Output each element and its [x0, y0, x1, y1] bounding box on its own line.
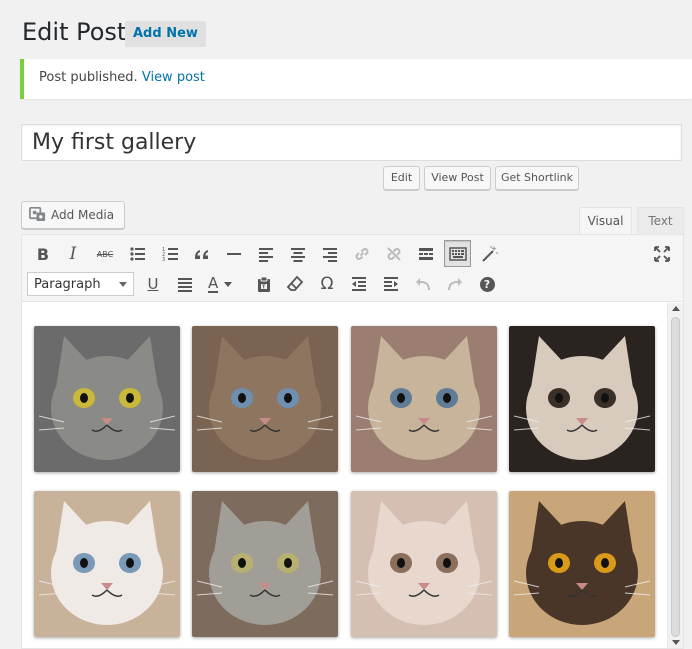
scrollbar-thumb[interactable]	[671, 317, 680, 637]
get-shortlink-button[interactable]: Get Shortlink	[495, 166, 579, 190]
bullet-list-icon[interactable]	[125, 241, 151, 267]
svg-text:T: T	[262, 285, 266, 291]
paste-text-icon[interactable]: T	[251, 271, 277, 297]
help-glyph: ?	[479, 276, 495, 292]
wp-magic-icon[interactable]	[477, 241, 503, 267]
fullscreen-icon[interactable]	[649, 241, 675, 267]
italic-icon[interactable]: I	[60, 241, 86, 267]
blockquote-icon[interactable]	[189, 241, 215, 267]
post-editor: B I ABC 123 Paragraph U A T Ω ?	[21, 234, 684, 649]
align-left-icon[interactable]	[253, 241, 279, 267]
editor-content[interactable]	[22, 303, 667, 648]
gallery-image-screaming-tabby-cat[interactable]	[34, 326, 180, 472]
view-post-button[interactable]: View Post	[424, 166, 491, 190]
gallery-image-cat-sticking-out-tongue[interactable]	[509, 326, 655, 472]
text-color-glyph: A	[208, 273, 219, 293]
scroll-up-icon[interactable]	[672, 306, 680, 311]
gallery-image-grey-tabby-with-kitten[interactable]	[192, 491, 338, 637]
edit-permalink-button[interactable]: Edit	[383, 166, 420, 190]
add-new-button[interactable]: Add New	[125, 21, 206, 47]
italic-glyph: I	[69, 244, 77, 264]
tab-visual[interactable]: Visual	[579, 207, 632, 235]
redo-icon[interactable]	[442, 271, 468, 297]
help-icon[interactable]: ?	[474, 271, 500, 297]
undo-icon[interactable]	[410, 271, 436, 297]
strikethrough-icon[interactable]: ABC	[92, 241, 118, 267]
toolbar-toggle-icon[interactable]	[444, 240, 471, 267]
chevron-down-icon	[119, 281, 127, 287]
text-color-icon[interactable]: A	[204, 271, 244, 297]
tab-text[interactable]: Text	[637, 207, 684, 235]
add-media-button[interactable]: Add Media	[21, 201, 125, 229]
bold-icon[interactable]: B	[30, 241, 56, 267]
post-title-input[interactable]	[21, 124, 682, 161]
gallery-image-white-fluffy-kitten[interactable]	[34, 491, 180, 637]
gallery-image-brown-cat-orange-eyes[interactable]	[509, 491, 655, 637]
underline-icon[interactable]: U	[140, 271, 166, 297]
remove-link-icon[interactable]	[381, 241, 407, 267]
view-post-link[interactable]: View post	[142, 70, 205, 85]
read-more-icon[interactable]	[413, 241, 439, 267]
outdent-icon[interactable]	[346, 271, 372, 297]
editor-scrollbar[interactable]	[667, 303, 683, 648]
gallery-image-grumpy-persian-cat[interactable]	[351, 491, 497, 637]
underline-glyph: U	[147, 275, 159, 293]
horizontal-line-icon[interactable]	[221, 241, 247, 267]
indent-icon[interactable]	[378, 271, 404, 297]
media-camera-icon	[29, 205, 46, 225]
justify-icon[interactable]	[172, 271, 198, 297]
align-right-icon[interactable]	[317, 241, 343, 267]
svg-text:3: 3	[162, 257, 165, 263]
insert-link-icon[interactable]	[349, 241, 375, 267]
editor-toolbar: B I ABC 123 Paragraph U A T Ω ?	[22, 235, 683, 302]
notice-message: Post published.	[39, 70, 138, 85]
format-select-value: Paragraph	[34, 276, 101, 292]
post-published-notice: Post published. View post	[20, 59, 692, 99]
clear-formatting-icon[interactable]	[282, 271, 308, 297]
format-select[interactable]: Paragraph	[27, 272, 134, 296]
caret-down-icon	[224, 281, 233, 287]
bold-glyph: B	[36, 244, 50, 264]
omega-glyph: Ω	[320, 274, 334, 294]
gallery-image-surprised-kitten-in-hand[interactable]	[351, 326, 497, 472]
special-character-icon[interactable]: Ω	[314, 271, 340, 297]
align-center-icon[interactable]	[285, 241, 311, 267]
strike-glyph: ABC	[96, 249, 114, 259]
numbered-list-icon[interactable]: 123	[158, 241, 184, 267]
page-title: Edit Post	[22, 18, 127, 46]
add-media-label: Add Media	[51, 208, 115, 222]
gallery-image-fluffy-brown-kitten[interactable]	[192, 326, 338, 472]
scroll-down-icon[interactable]	[672, 640, 680, 645]
